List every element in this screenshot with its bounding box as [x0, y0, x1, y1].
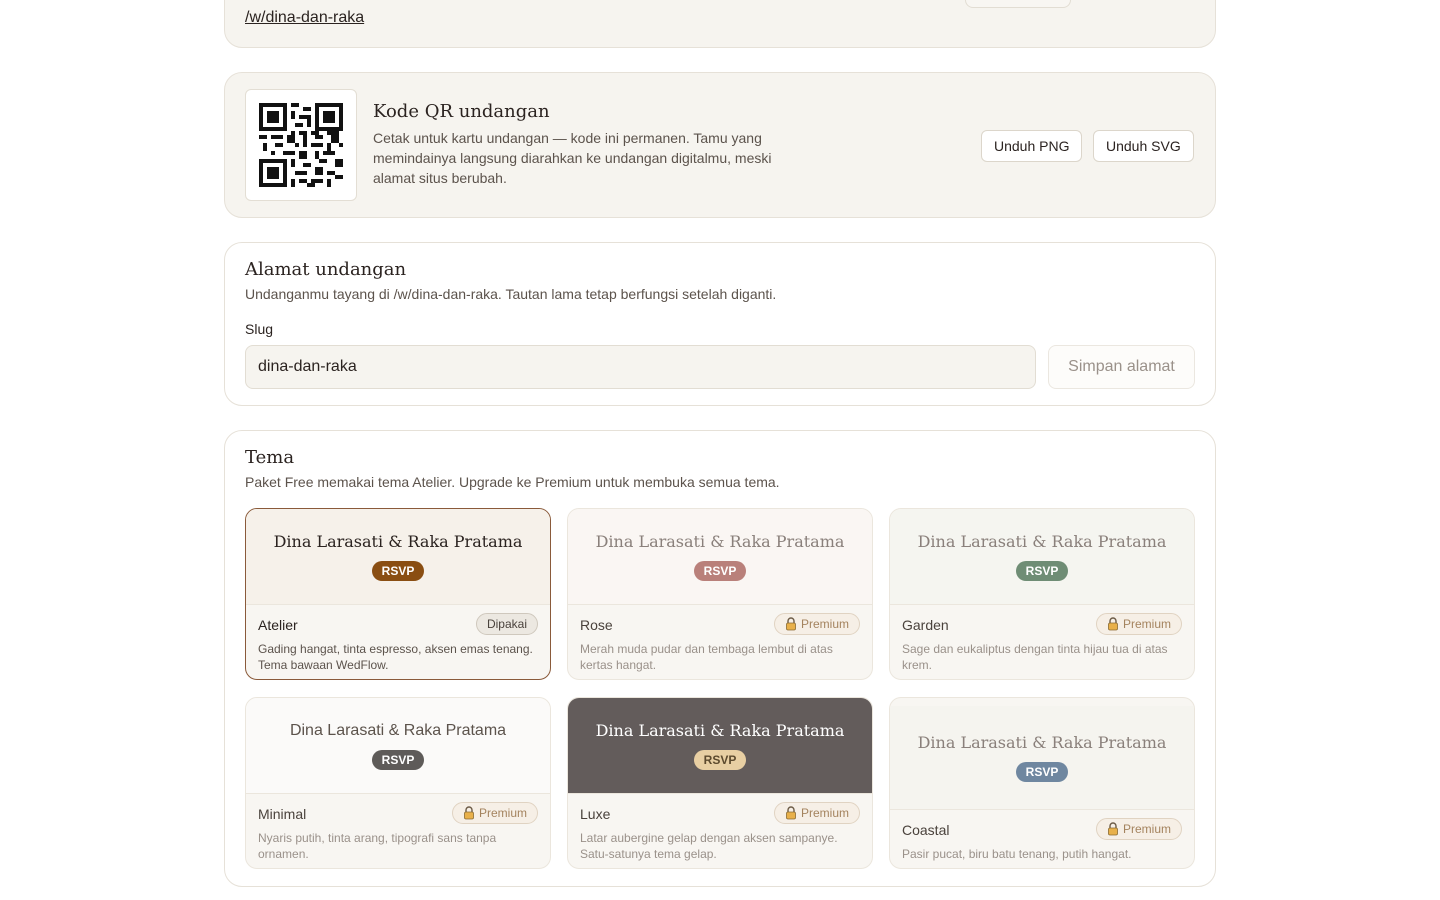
lock-icon	[786, 806, 796, 820]
lock-icon	[464, 806, 474, 820]
badge-label: Dipakai	[486, 617, 527, 631]
qr-card: Kode QR undangan Cetak untuk kartu undan…	[224, 72, 1216, 218]
address-description: Undanganmu tayang di /w/dina-dan-raka. T…	[245, 286, 777, 302]
theme-card-minimal[interactable]: Dina Larasati & Raka Pratama RSVP Minimal P…	[245, 697, 551, 869]
badge-label: Premium	[800, 617, 849, 631]
address-title: Alamat undangan	[245, 259, 407, 280]
theme-description: Merah muda pudar dan tembaga lembut di a…	[580, 642, 833, 672]
theme-card-coastal[interactable]: Dina Larasati & Raka Pratama RSVP Coastal P…	[889, 697, 1195, 869]
preview-names: Dina Larasati & Raka Pratama	[917, 733, 1167, 752]
preview-names: Dina Larasati & Raka Pratama	[595, 721, 845, 740]
qr-description: Cetak untuk kartu undangan — kode ini pe…	[373, 130, 772, 186]
badge-label: Premium	[800, 806, 849, 820]
theme-preview: Dina Larasati & Raka Pratama RSVP	[246, 698, 550, 794]
theme-info: Coastal Premium Pasir pucat, biru batu ten…	[890, 810, 1194, 868]
theme-description: Gading hangat, tinta espresso, aksen ema…	[258, 642, 533, 672]
badge-label: Premium	[1122, 617, 1171, 631]
rsvp-button-preview: RSVP	[1015, 561, 1069, 581]
theme-card-atelier[interactable]: Dina Larasati & Raka Pratama RSVP Atelier D…	[245, 508, 551, 680]
badge-label: Premium	[478, 806, 527, 820]
theme-description: Latar aubergine gelap dengan aksen sampa…	[580, 831, 838, 861]
theme-description: Nyaris putih, tinta arang, tipografi san…	[258, 831, 497, 861]
lock-icon	[1108, 617, 1118, 631]
premium-badge: Premium	[1095, 818, 1182, 840]
lock-icon	[1108, 822, 1118, 836]
theme-card: Tema Paket Free memakai tema Atelier. Up…	[224, 430, 1216, 887]
theme-preview: Dina Larasati & Raka Pratama RSVP	[568, 509, 872, 605]
preview-names: Dina Larasati & Raka Pratama	[289, 721, 507, 739]
theme-preview: Dina Larasati & Raka Pratama RSVP	[246, 509, 550, 605]
theme-preview: Dina Larasati & Raka Pratama RSVP	[890, 706, 1194, 810]
qr-code-image	[259, 103, 343, 187]
qr-title: Kode QR undangan	[373, 101, 550, 122]
premium-badge: Premium	[773, 802, 860, 824]
premium-badge: Premium	[1095, 613, 1182, 635]
lock-icon	[786, 617, 796, 631]
qr-code	[245, 89, 357, 201]
preview-names: Dina Larasati & Raka Pratama	[917, 532, 1167, 551]
theme-info: Atelier Dipakai Gading hangat, tinta espre…	[246, 605, 550, 679]
link-card: /w/dina-dan-raka	[224, 0, 1216, 48]
rsvp-button-preview: RSVP	[693, 561, 747, 581]
theme-info: Minimal Premium Nyaris putih, tinta arang,…	[246, 794, 550, 868]
theme-info: Rose Premium Merah muda pudar dan tembaga …	[568, 605, 872, 679]
theme-description: Sage dan eukaliptus dengan tinta hijau t…	[902, 642, 1168, 672]
preview-names: Dina Larasati & Raka Pratama	[273, 532, 523, 551]
rsvp-button-preview: RSVP	[371, 561, 425, 581]
theme-title: Tema	[245, 447, 295, 468]
theme-description: Pasir pucat, biru batu tenang, putih han…	[902, 847, 1132, 861]
theme-description: Paket Free memakai tema Atelier. Upgrade…	[245, 474, 780, 490]
theme-card-rose[interactable]: Dina Larasati & Raka Pratama RSVP Rose Prem…	[567, 508, 873, 680]
download-svg-button[interactable]: Unduh SVG	[1093, 130, 1194, 162]
invitation-link[interactable]: /w/dina-dan-raka	[245, 9, 364, 27]
in-use-badge: Dipakai	[475, 613, 538, 635]
slug-input[interactable]	[245, 345, 1036, 389]
theme-preview: Dina Larasati & Raka Pratama RSVP	[890, 509, 1194, 605]
copy-button[interactable]	[965, 0, 1071, 8]
theme-info: Luxe Premium Latar aubergine gelap dengan …	[568, 794, 872, 868]
theme-info: Garden Premium Sage dan eukaliptus dengan …	[890, 605, 1194, 679]
rsvp-button-preview: RSVP	[693, 750, 747, 770]
preview-names: Dina Larasati & Raka Pratama	[595, 532, 845, 551]
save-address-button[interactable]: Simpan alamat	[1048, 345, 1195, 389]
slug-label: Slug	[245, 321, 274, 337]
premium-badge: Premium	[773, 613, 860, 635]
rsvp-button-preview: RSVP	[1015, 762, 1069, 782]
download-png-button[interactable]: Unduh PNG	[981, 130, 1083, 162]
address-card: Alamat undangan Undanganmu tayang di /w/…	[224, 242, 1216, 406]
theme-preview: Dina Larasati & Raka Pratama RSVP	[568, 698, 872, 794]
premium-badge: Premium	[451, 802, 538, 824]
theme-card-garden[interactable]: Dina Larasati & Raka Pratama RSVP Garden Pr…	[889, 508, 1195, 680]
badge-label: Premium	[1122, 822, 1171, 836]
theme-card-luxe[interactable]: Dina Larasati & Raka Pratama RSVP Luxe Prem…	[567, 697, 873, 869]
rsvp-button-preview: RSVP	[371, 749, 425, 770]
